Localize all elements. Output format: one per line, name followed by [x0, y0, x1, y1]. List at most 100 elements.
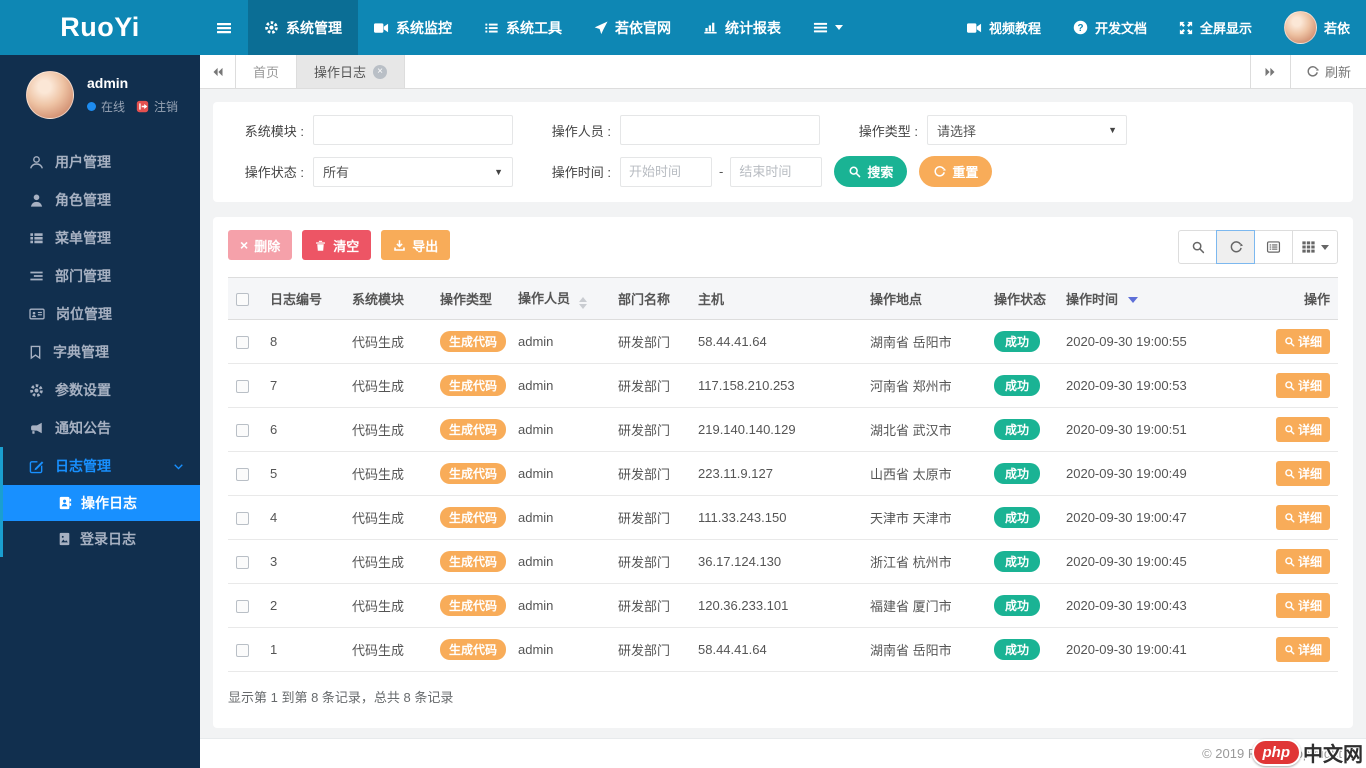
reset-button[interactable]: 重置	[919, 156, 993, 187]
cell-dept: 研发部门	[610, 407, 690, 452]
detail-button[interactable]: 详细	[1275, 417, 1330, 442]
row-checkbox[interactable]	[236, 600, 249, 614]
cell-module: 代码生成	[344, 407, 432, 452]
detail-button[interactable]: 详细	[1275, 505, 1330, 530]
sidebar-item-role-manage[interactable]: 角色管理	[0, 181, 200, 219]
tabs-scroll-right-button[interactable]	[1249, 55, 1290, 88]
button-label: 重置	[952, 165, 979, 180]
menu-label: 用户管理	[55, 154, 111, 170]
button-label: 详细	[1297, 467, 1322, 481]
trash-icon	[314, 239, 327, 252]
nav-system-manage[interactable]: 系统管理	[248, 0, 358, 55]
sidebar-item-user-manage[interactable]: 用户管理	[0, 143, 200, 181]
sidebar-item-notice[interactable]: 通知公告	[0, 409, 200, 447]
sidebar-item-login-log[interactable]: 登录日志	[3, 521, 200, 557]
cell-dept: 研发部门	[610, 363, 690, 408]
operator-input[interactable]	[620, 115, 820, 145]
app-root: RuoYi 系统管理 系统监控 系统工具 若依官网 统计报表 视频教程 ? 开发…	[0, 0, 1366, 768]
detail-button[interactable]: 详细	[1275, 593, 1330, 618]
select-all-checkbox[interactable]	[236, 293, 249, 307]
detail-button[interactable]: 详细	[1275, 461, 1330, 486]
row-checkbox[interactable]	[236, 380, 249, 394]
cell-time: 2020-09-30 19:00:49	[1058, 451, 1220, 496]
tabs-scroll-left-button[interactable]	[200, 55, 236, 88]
row-checkbox[interactable]	[236, 336, 249, 350]
nav-official-site[interactable]: 若依官网	[578, 0, 687, 55]
top-navbar: RuoYi 系统管理 系统监控 系统工具 若依官网 统计报表 视频教程 ? 开发…	[0, 0, 1366, 55]
double-chevron-left-icon	[211, 66, 225, 78]
nav-fullscreen[interactable]: 全屏显示	[1163, 0, 1268, 55]
detail-button[interactable]: 详细	[1275, 329, 1330, 354]
row-checkbox[interactable]	[236, 424, 249, 438]
start-time-input[interactable]	[620, 156, 712, 187]
export-button[interactable]: 导出	[381, 230, 451, 260]
sidebar-item-operation-log[interactable]: 操作日志	[3, 485, 200, 521]
menu-label: 登录日志	[80, 531, 136, 547]
sidebar-item-log-manage[interactable]: 日志管理	[3, 447, 200, 485]
module-input[interactable]	[313, 115, 513, 145]
tab-home[interactable]: 首页	[236, 55, 298, 88]
col-time[interactable]: 操作时间	[1058, 277, 1220, 320]
nav-user-menu[interactable]: 若依	[1268, 0, 1366, 55]
detail-view-button[interactable]	[1254, 230, 1293, 264]
menu-label: 日志管理	[55, 458, 111, 474]
nav-more-dropdown[interactable]	[797, 0, 859, 55]
clear-button[interactable]: 清空	[302, 230, 372, 260]
row-checkbox[interactable]	[236, 644, 249, 658]
row-checkbox[interactable]	[236, 512, 249, 526]
nav-dev-docs[interactable]: ? 开发文档	[1057, 0, 1163, 55]
row-checkbox[interactable]	[236, 468, 249, 482]
x-icon: ×	[240, 237, 249, 253]
tab-operation-log[interactable]: 操作日志 ×	[297, 55, 406, 88]
nav-system-monitor[interactable]: 系统监控	[358, 0, 468, 55]
nav-statistics-report[interactable]: 统计报表	[687, 0, 797, 55]
button-label: 删除	[254, 238, 281, 254]
detail-button[interactable]: 详细	[1275, 373, 1330, 398]
sidebar-item-menu-manage[interactable]: 菜单管理	[0, 219, 200, 257]
cell-operator: admin	[510, 451, 610, 496]
selected-value: 请选择	[937, 123, 977, 139]
search-icon	[848, 165, 861, 178]
search-button[interactable]: 搜索	[834, 156, 908, 187]
sidebar-item-dict-manage[interactable]: 字典管理	[0, 333, 200, 371]
refresh-tab-button[interactable]: 刷新	[1289, 55, 1366, 88]
status-badge: 成功	[994, 463, 1041, 484]
detail-button[interactable]: 详细	[1275, 637, 1330, 662]
cell-log-id: 3	[262, 539, 344, 584]
end-time-input[interactable]	[730, 156, 823, 187]
user-avatar[interactable]	[26, 71, 74, 119]
operation-type-select[interactable]: 请选择 ▼	[927, 115, 1127, 145]
operation-type-badge: 生成代码	[440, 551, 507, 572]
sidebar-toggle-button[interactable]	[200, 0, 248, 55]
refresh-table-button[interactable]	[1216, 230, 1255, 264]
app-logo[interactable]: RuoYi	[0, 0, 200, 55]
delete-button[interactable]: × 删除	[228, 230, 293, 260]
col-operator[interactable]: 操作人员	[510, 277, 610, 320]
cell-host: 36.17.124.130	[690, 539, 862, 584]
sidebar-item-dept-manage[interactable]: 部门管理	[0, 257, 200, 295]
nav-video-tutorial[interactable]: 视频教程	[951, 0, 1057, 55]
col-dept: 部门名称	[610, 277, 690, 320]
gear-icon	[29, 383, 44, 398]
selected-value: 所有	[323, 165, 350, 180]
cell-module: 代码生成	[344, 539, 432, 584]
operation-status-select[interactable]: 所有 ▼	[313, 156, 513, 187]
sidebar-item-param-settings[interactable]: 参数设置	[0, 371, 200, 409]
logout-link[interactable]: 注销	[154, 98, 178, 115]
search-icon	[1284, 644, 1295, 655]
cell-log-id: 5	[262, 451, 344, 496]
cell-operator: admin	[510, 363, 610, 408]
row-checkbox[interactable]	[236, 556, 249, 570]
close-tab-icon[interactable]: ×	[373, 64, 388, 79]
nav-system-tools[interactable]: 系统工具	[468, 0, 578, 55]
search-icon	[1284, 380, 1295, 391]
sidebar-item-post-manage[interactable]: 岗位管理	[0, 295, 200, 333]
nav-label: 系统工具	[506, 19, 562, 36]
toggle-search-button[interactable]	[1178, 230, 1217, 264]
online-dot-icon	[87, 102, 96, 111]
search-icon	[1284, 512, 1295, 523]
button-label: 详细	[1297, 643, 1322, 657]
columns-dropdown-button[interactable]	[1292, 230, 1338, 264]
cell-module: 代码生成	[344, 451, 432, 496]
detail-button[interactable]: 详细	[1275, 549, 1330, 574]
